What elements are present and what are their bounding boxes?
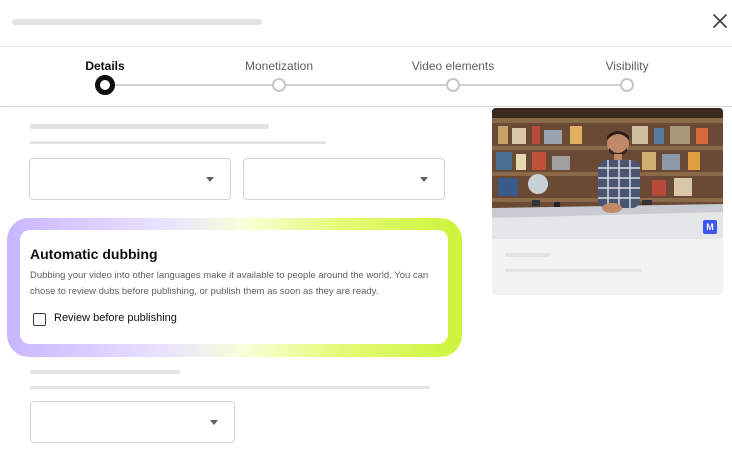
step-video-elements-dot[interactable] <box>446 78 460 92</box>
step-video-elements-label[interactable]: Video elements <box>412 59 495 73</box>
dubbing-description: Dubbing your video into other languages … <box>30 270 429 297</box>
step-details-dot[interactable] <box>95 75 115 95</box>
section-text-placeholder <box>30 141 326 144</box>
video-thumbnail[interactable] <box>492 108 723 239</box>
video-title-placeholder <box>505 253 550 257</box>
step-details-label[interactable]: Details <box>85 59 124 73</box>
chevron-down-icon <box>420 177 428 182</box>
dialog-title-placeholder <box>12 19 262 25</box>
step-visibility-dot[interactable] <box>620 78 634 92</box>
stepper-connector <box>278 84 452 86</box>
stepper-connector <box>105 84 278 86</box>
dubbing-title: Automatic dubbing <box>30 246 158 262</box>
section-heading-placeholder <box>30 370 180 374</box>
dropdown-select[interactable] <box>243 158 445 200</box>
review-checkbox[interactable] <box>33 313 46 326</box>
step-visibility-label[interactable]: Visibility <box>605 59 648 73</box>
close-icon <box>713 14 727 28</box>
chevron-down-icon <box>210 420 218 425</box>
automatic-dubbing-card: Automatic dubbing Dubbing your video int… <box>20 230 448 344</box>
section-text-placeholder <box>30 386 430 389</box>
video-meta-placeholder <box>505 269 642 272</box>
chevron-down-icon <box>206 177 214 182</box>
dropdown-select[interactable] <box>29 158 231 200</box>
step-monetization-dot[interactable] <box>272 78 286 92</box>
section-heading-placeholder <box>30 124 269 129</box>
close-button[interactable] <box>709 10 731 32</box>
channel-badge: M <box>703 220 717 234</box>
step-monetization-label[interactable]: Monetization <box>245 59 313 73</box>
dropdown-select[interactable] <box>30 401 235 443</box>
video-preview-card: M <box>492 108 723 295</box>
stepper-connector <box>452 84 626 86</box>
stepper-divider <box>0 106 732 107</box>
review-checkbox-label[interactable]: Review before publishing <box>54 312 177 324</box>
